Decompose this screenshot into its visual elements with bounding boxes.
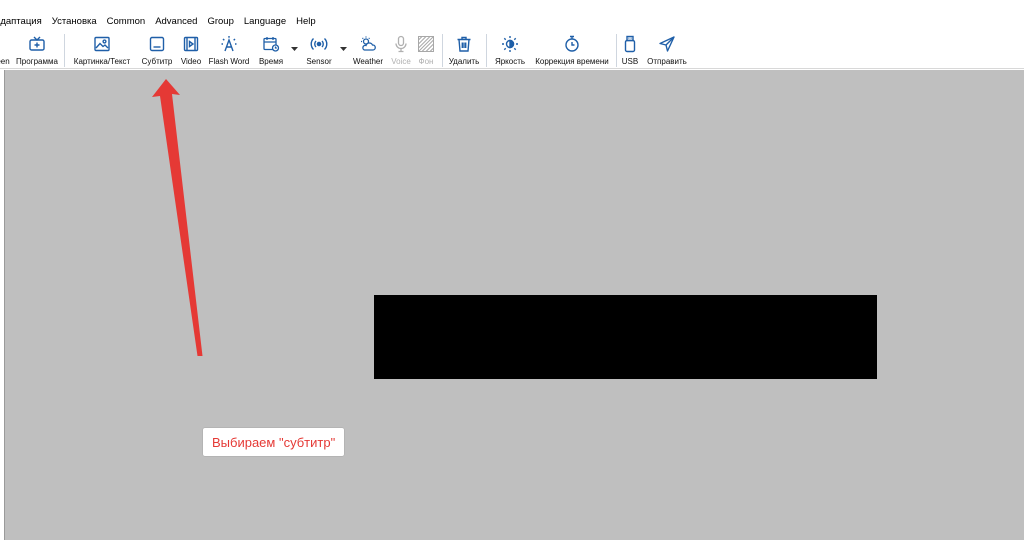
sensor-icon — [310, 38, 328, 50]
usb-button[interactable]: USB — [620, 33, 640, 67]
microphone-icon — [395, 35, 407, 53]
editor-canvas[interactable] — [4, 70, 1024, 540]
sensor-dropdown-arrow[interactable] — [339, 44, 347, 54]
toolbar: Screen Программа Картинка/Текст Субтитр — [0, 31, 1024, 69]
send-button[interactable]: Отправить — [644, 33, 690, 67]
sensor-button[interactable]: Sensor — [302, 33, 336, 67]
menu-language[interactable]: Language — [239, 14, 291, 30]
brightness-icon — [502, 36, 518, 52]
menu-advanced[interactable]: Advanced — [150, 14, 202, 30]
flash-word-icon — [221, 36, 237, 52]
screen-button[interactable]: Screen — [0, 33, 12, 67]
menu-adaptation[interactable]: Адаптация — [0, 14, 47, 30]
menu-common[interactable]: Common — [102, 14, 151, 30]
chevron-down-icon — [339, 47, 347, 51]
tv-plus-icon — [29, 36, 45, 51]
background-label: Фон — [418, 57, 434, 66]
flash-word-button[interactable]: Flash Word — [206, 33, 252, 67]
video-icon — [183, 36, 199, 52]
time-button[interactable]: Время — [256, 33, 286, 67]
picture-text-button[interactable]: Картинка/Текст — [69, 33, 135, 67]
program-label: Программа — [16, 57, 58, 66]
video-button[interactable]: Video — [178, 33, 204, 67]
video-label: Video — [180, 57, 202, 66]
time-label: Время — [258, 57, 284, 66]
screen-label: Screen — [0, 57, 10, 66]
menu-setup[interactable]: Установка — [47, 14, 102, 30]
flash-word-label: Flash Word — [208, 57, 250, 66]
subtitle-button[interactable]: Субтитр — [138, 33, 176, 67]
time-correction-label: Коррекция времени — [535, 57, 609, 66]
picture-icon — [94, 36, 110, 52]
toolbar-separator — [64, 34, 65, 67]
send-label: Отправить — [647, 57, 687, 66]
menu-help[interactable]: Help — [291, 14, 321, 30]
subtitle-icon — [149, 36, 165, 52]
chevron-down-icon — [290, 47, 298, 51]
brightness-button[interactable]: Яркость — [491, 33, 529, 67]
time-dropdown-arrow[interactable] — [290, 44, 298, 54]
menu-group[interactable]: Group — [202, 14, 238, 30]
background-pattern-icon — [418, 36, 434, 52]
time-correction-button[interactable]: Коррекция времени — [532, 33, 612, 67]
toolbar-separator — [486, 34, 487, 67]
subtitle-label: Субтитр — [141, 57, 173, 66]
brightness-label: Яркость — [494, 57, 526, 66]
toolbar-separator — [616, 34, 617, 67]
weather-label: Weather — [352, 57, 384, 66]
toolbar-separator — [442, 34, 443, 67]
paper-plane-icon — [659, 36, 675, 52]
weather-icon — [361, 36, 376, 51]
calendar-clock-icon — [263, 37, 280, 52]
usb-label: USB — [621, 57, 639, 66]
voice-button[interactable]: Voice — [389, 33, 413, 67]
delete-label: Удалить — [448, 57, 480, 66]
annotation-callout: Выбираем "субтитр" — [203, 428, 345, 456]
trash-icon — [457, 36, 471, 52]
background-button[interactable]: Фон — [415, 33, 437, 67]
voice-label: Voice — [391, 57, 411, 66]
sensor-label: Sensor — [306, 57, 332, 66]
weather-button[interactable]: Weather — [350, 33, 386, 67]
led-screen-preview[interactable] — [374, 295, 877, 379]
delete-button[interactable]: Удалить — [446, 33, 482, 67]
menu-bar: Адаптация Установка Common Advanced Grou… — [0, 14, 1024, 30]
picture-text-label: Картинка/Текст — [73, 57, 131, 66]
stopwatch-icon — [565, 35, 579, 52]
program-button[interactable]: Программа — [15, 33, 59, 67]
callout-text: Выбираем "субтитр" — [212, 434, 336, 450]
usb-icon — [624, 35, 636, 53]
